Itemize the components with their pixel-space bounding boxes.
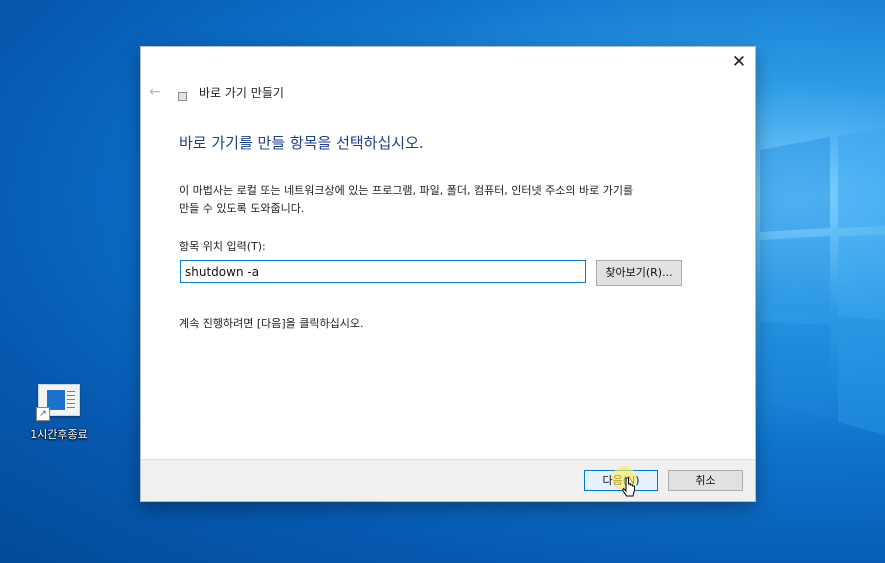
browse-button[interactable]: 찾아보기(R)... <box>596 260 682 286</box>
dialog-title: 바로 가기 만들기 <box>199 86 284 100</box>
location-label: 항목 위치 입력(T): <box>179 240 266 253</box>
shortcut-arrow-icon: ↗ <box>36 407 50 421</box>
shortcut-icon <box>178 92 187 101</box>
continue-instruction: 계속 진행하려면 [다음]을 클릭하십시오. <box>179 317 364 330</box>
close-button[interactable]: ✕ <box>723 47 755 77</box>
cancel-button[interactable]: 취소 <box>668 470 743 491</box>
create-shortcut-dialog: ✕ ← 바로 가기 만들기 바로 가기를 만들 항목을 선택하십시오. 이 마법… <box>141 47 755 501</box>
desktop-shortcut-icon[interactable]: ↗ 1시간후종료 <box>22 384 96 442</box>
shortcut-window-icon: ↗ <box>36 384 80 421</box>
description-line: 이 마법사는 로컬 또는 네트워크상에 있는 프로그램, 파일, 폴더, 컴퓨터… <box>179 184 634 197</box>
mouse-cursor-icon <box>622 477 635 497</box>
wizard-heading: 바로 가기를 만들 항목을 선택하십시오. <box>179 134 424 152</box>
back-arrow-icon[interactable]: ← <box>149 84 161 100</box>
location-input[interactable] <box>180 260 586 283</box>
dialog-footer: 다음(N) 취소 <box>141 459 755 501</box>
wizard-description: 이 마법사는 로컬 또는 네트워크상에 있는 프로그램, 파일, 폴더, 컴퓨터… <box>179 182 739 218</box>
description-line: 만들 수 있도록 도와줍니다. <box>179 202 305 215</box>
desktop-icon-label: 1시간후종료 <box>30 428 88 441</box>
